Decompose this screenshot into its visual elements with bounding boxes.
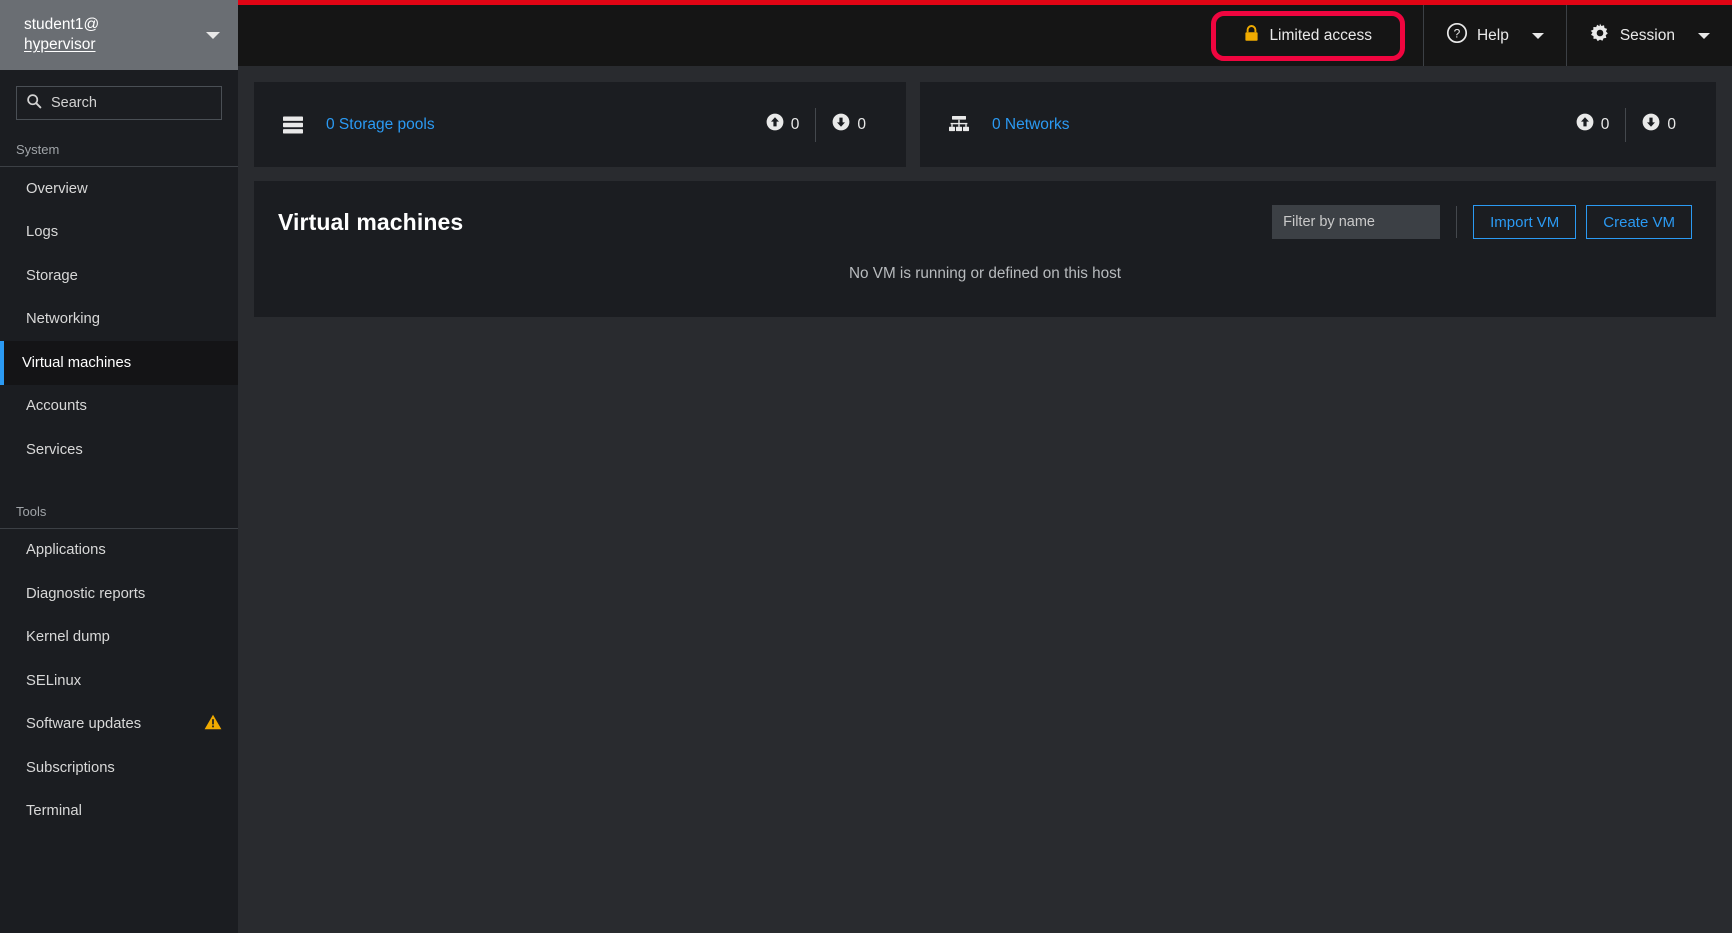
- host-switcher-labels: student1@ hypervisor: [24, 15, 200, 54]
- sidebar-item-logs[interactable]: Logs: [0, 211, 238, 255]
- storage-pool-icon: [280, 116, 306, 134]
- summary-cards-row: 0 Storage pools 0 0 0 Networks 0 0: [254, 82, 1716, 167]
- sidebar-item-label: Kernel dump: [26, 629, 110, 646]
- storage-pools-inactive-value: 0: [857, 115, 866, 133]
- vm-filter-input[interactable]: [1272, 205, 1441, 239]
- brand-accent-strip: [238, 0, 1732, 5]
- lock-icon: [1244, 24, 1259, 47]
- chevron-down-icon: [1698, 32, 1710, 39]
- session-label: Session: [1619, 26, 1675, 44]
- sidebar-item-subscriptions[interactable]: Subscriptions: [0, 746, 238, 790]
- sidebar-item-kernel-dump[interactable]: Kernel dump: [0, 616, 238, 660]
- sidebar: student1@ hypervisor System Overview: [0, 0, 238, 933]
- networks-inactive-value: 0: [1667, 115, 1676, 133]
- limited-access-highlight: Limited access: [1197, 10, 1419, 61]
- sidebar-item-label: Applications: [26, 542, 106, 559]
- search-icon: [26, 93, 51, 114]
- networks-active-value: 0: [1600, 115, 1610, 133]
- virtual-machines-toolbar: Virtual machines Import VM Create VM: [254, 181, 1716, 259]
- arrow-up-circle-icon: [1576, 113, 1594, 136]
- sidebar-item-storage[interactable]: Storage: [0, 254, 238, 298]
- gear-icon: [1589, 22, 1611, 49]
- help-menu-button[interactable]: ? Help: [1422, 5, 1566, 66]
- page-title: Virtual machines: [278, 208, 464, 235]
- networks-active-stat: 0: [1560, 113, 1626, 136]
- sidebar-item-label: Overview: [26, 180, 88, 197]
- import-vm-button[interactable]: Import VM: [1473, 205, 1577, 239]
- arrow-down-circle-icon: [1642, 113, 1660, 136]
- sidebar-item-label: Networking: [26, 311, 101, 328]
- warning-triangle-icon: [204, 714, 222, 734]
- search-input[interactable]: [51, 95, 238, 111]
- limited-access-label: Limited access: [1269, 26, 1372, 44]
- nav-group-spacer: [0, 472, 238, 494]
- sidebar-item-label: Storage: [26, 267, 78, 284]
- svg-text:?: ?: [1454, 27, 1461, 41]
- app-shell: student1@ hypervisor System Overview: [0, 0, 1732, 933]
- session-menu-button[interactable]: Session: [1565, 5, 1732, 66]
- sidebar-item-overview[interactable]: Overview: [0, 167, 238, 211]
- toolbar-divider: [1456, 206, 1458, 238]
- create-vm-button[interactable]: Create VM: [1586, 205, 1692, 239]
- help-label: Help: [1476, 26, 1509, 44]
- sidebar-item-label: Software updates: [26, 716, 142, 733]
- arrow-up-circle-icon: [766, 113, 784, 136]
- host-name-label: hypervisor: [24, 36, 96, 54]
- sidebar-item-accounts[interactable]: Accounts: [0, 385, 238, 429]
- nav-group-title-tools: Tools: [16, 503, 47, 519]
- storage-pools-link[interactable]: 0 Storage pools: [326, 116, 435, 134]
- sidebar-item-selinux[interactable]: SELinux: [0, 659, 238, 703]
- sidebar-item-label: Terminal: [26, 803, 82, 820]
- sidebar-item-software-updates[interactable]: Software updates: [0, 703, 238, 747]
- sidebar-item-label: Logs: [26, 224, 59, 241]
- vm-empty-state-message: No VM is running or defined on this host: [848, 265, 1122, 282]
- sidebar-item-label: Diagnostic reports: [26, 585, 146, 602]
- sidebar-item-networking[interactable]: Networking: [0, 298, 238, 342]
- content-region: 0 Storage pools 0 0 0 Networks 0 0 Virtu…: [238, 66, 1732, 933]
- sidebar-item-terminal[interactable]: Terminal: [0, 790, 238, 834]
- networks-inactive-stat: 0: [1626, 113, 1692, 136]
- storage-pools-card: 0 Storage pools 0 0: [254, 82, 906, 167]
- sidebar-item-diagnostic-reports[interactable]: Diagnostic reports: [0, 572, 238, 616]
- host-switcher[interactable]: student1@ hypervisor: [0, 0, 238, 70]
- limited-access-button[interactable]: Limited access: [1211, 10, 1405, 61]
- nav-group-title-system: System: [16, 142, 60, 157]
- storage-pools-active-value: 0: [790, 115, 800, 133]
- sidebar-search-container: [0, 70, 238, 132]
- sidebar-item-label: Subscriptions: [26, 759, 115, 776]
- sidebar-item-label: Accounts: [26, 398, 87, 415]
- networks-card: 0 Networks 0 0: [920, 82, 1716, 167]
- sidebar-item-label: SELinux: [26, 672, 82, 689]
- main-area: Limited access ? Help Session 0 Storage …: [238, 0, 1732, 933]
- sidebar-item-label: Virtual machines: [22, 354, 132, 371]
- sidebar-item-applications[interactable]: Applications: [0, 529, 238, 573]
- host-user-label: student1@: [24, 16, 100, 34]
- sidebar-item-services[interactable]: Services: [0, 428, 238, 472]
- top-navigation-bar: Limited access ? Help Session: [238, 0, 1732, 66]
- storage-pools-active-stat: 0: [750, 113, 816, 136]
- chevron-down-icon: [206, 31, 220, 39]
- search-box[interactable]: [16, 86, 238, 120]
- arrow-down-circle-icon: [832, 113, 850, 136]
- help-circle-icon: ?: [1446, 22, 1468, 49]
- sidebar-item-virtual-machines[interactable]: Virtual machines: [0, 341, 238, 385]
- chevron-down-icon: [1531, 32, 1544, 39]
- networks-link[interactable]: 0 Networks: [992, 116, 1070, 134]
- storage-pools-inactive-stat: 0: [816, 113, 882, 136]
- virtual-machines-panel: Virtual machines Import VM Create VM No …: [254, 181, 1716, 317]
- sidebar-item-label: Services: [26, 441, 83, 458]
- network-icon: [946, 115, 972, 134]
